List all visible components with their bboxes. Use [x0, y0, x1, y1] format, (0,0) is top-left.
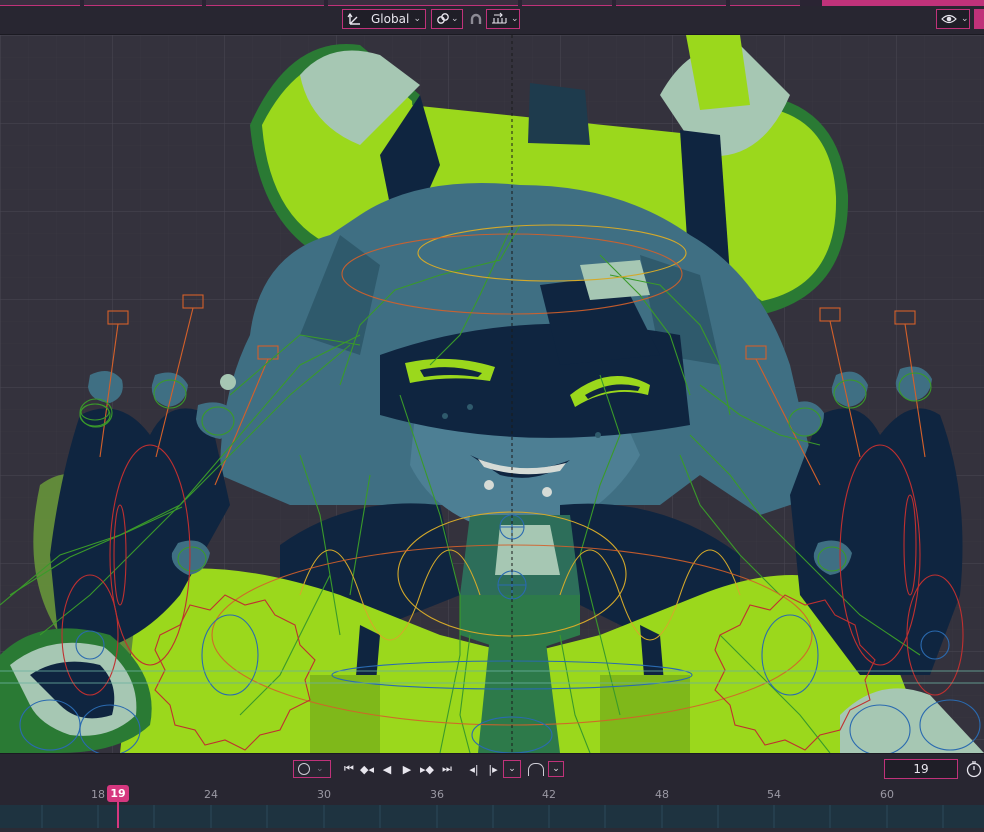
record-keyframe-icon	[298, 763, 310, 775]
jump-to-end-icon: ⏭	[442, 762, 452, 775]
play-button[interactable]: ▶	[398, 760, 416, 778]
snap-magnet-icon[interactable]	[468, 12, 484, 28]
chevron-down-icon: ⌄	[316, 764, 324, 774]
playhead-line[interactable]	[117, 800, 119, 828]
stopwatch-icon[interactable]	[964, 760, 984, 778]
transform-orientation-label: Global	[371, 12, 410, 26]
chevron-down-icon: ⌄	[548, 761, 564, 777]
playhead-frame-indicator[interactable]: 19	[107, 785, 129, 802]
timeline-ruler[interactable]: 18 24 30 36 42 48 54 60	[0, 783, 984, 805]
chevron-down-icon: ⌄	[511, 14, 519, 24]
playback-dropdown[interactable]: ⌄	[503, 760, 521, 778]
transform-orientation-icon	[347, 12, 365, 26]
auto-keying-toggle[interactable]: ⌄	[293, 760, 331, 778]
ruler-tick: 48	[655, 788, 669, 801]
snap-increment-icon	[491, 12, 507, 26]
overlay-visibility-dropdown[interactable]: ⌄	[936, 9, 970, 29]
chevron-down-icon: ⌄	[508, 764, 516, 774]
keying-set-icon	[528, 762, 544, 776]
keyframe-track[interactable]	[0, 805, 984, 828]
chevron-down-icon: ⌄	[413, 14, 421, 24]
jump-to-end-button[interactable]: ⏭	[438, 760, 456, 778]
ruler-tick: 36	[430, 788, 444, 801]
gizmo-toggle-button[interactable]	[974, 9, 984, 29]
jump-next-keyframe-button[interactable]: ▸◆	[418, 760, 436, 778]
step-forward-button[interactable]: |▸	[484, 760, 502, 778]
jump-prev-keyframe-icon: ◆◂	[360, 762, 374, 776]
ruler-tick: 60	[880, 788, 894, 801]
3d-viewport[interactable]	[0, 35, 984, 753]
keying-set-dropdown[interactable]: ⌄	[528, 760, 568, 778]
step-back-icon: ◂|	[469, 762, 479, 776]
ruler-tick: 24	[204, 788, 218, 801]
pivot-point-icon	[436, 12, 450, 26]
timeline-header: ⌄ ⏮ ◆◂ ◀ ▶ ▸◆ ⏭ ◂| |▸ ⌄ ⌄ 19	[0, 753, 984, 784]
step-forward-icon: |▸	[488, 762, 498, 776]
jump-prev-keyframe-button[interactable]: ◆◂	[358, 760, 376, 778]
play-reverse-icon: ◀	[382, 762, 392, 776]
play-icon: ▶	[402, 762, 412, 776]
viewport-header: Global ⌄ ⌄ ⌄ ⌄	[0, 6, 984, 35]
snap-target-dropdown[interactable]: ⌄	[486, 9, 520, 29]
current-frame-field[interactable]: 19	[884, 759, 958, 779]
jump-to-start-button[interactable]: ⏮	[340, 760, 358, 778]
ruler-tick: 42	[542, 788, 556, 801]
transform-orientation-dropdown[interactable]: Global ⌄	[342, 9, 426, 29]
ruler-tick: 54	[767, 788, 781, 801]
step-back-button[interactable]: ◂|	[465, 760, 483, 778]
ruler-tick: 30	[317, 788, 331, 801]
jump-next-keyframe-icon: ▸◆	[420, 762, 434, 776]
chevron-down-icon: ⌄	[961, 14, 969, 24]
jump-to-start-icon: ⏮	[344, 762, 354, 775]
pivot-point-dropdown[interactable]: ⌄	[431, 9, 463, 29]
chevron-down-icon: ⌄	[451, 14, 459, 24]
overlay-visibility-icon	[941, 12, 957, 26]
ruler-tick: 18	[91, 788, 105, 801]
play-reverse-button[interactable]: ◀	[378, 760, 396, 778]
